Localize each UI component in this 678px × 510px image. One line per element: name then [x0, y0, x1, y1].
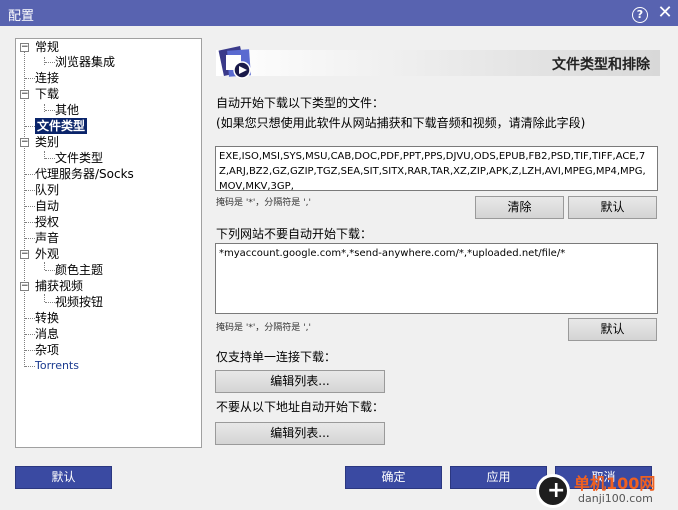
section-title: 文件类型和排除 — [552, 57, 650, 73]
tree-connector — [25, 206, 35, 207]
tree-item-authorization[interactable]: 授权 — [35, 214, 59, 230]
tree-item-sound[interactable]: 声音 — [35, 230, 59, 246]
tree-item-appearance[interactable]: 外观 — [35, 246, 59, 262]
window-title: 配置 — [8, 9, 35, 24]
ok-button[interactable]: 确定 — [345, 466, 442, 489]
tree-item-video-button[interactable]: 视频按钮 — [55, 294, 103, 310]
tree-connector — [45, 62, 55, 63]
tree-item-other[interactable]: 其他 — [55, 102, 79, 118]
tree-item-general[interactable]: 常规 — [35, 39, 59, 55]
tree-item-messages[interactable]: 消息 — [35, 326, 59, 342]
collapse-icon[interactable]: − — [20, 250, 29, 259]
tree-item-convert[interactable]: 转换 — [35, 310, 59, 326]
auto-types-default-button[interactable]: 默认 — [568, 196, 657, 219]
tree-item-file-types[interactable]: 文件类型 — [35, 118, 88, 134]
auto-types-mask-note: 掩码是 '*'，分隔符是 ',' — [216, 198, 311, 208]
tree-item-proxy[interactable]: 代理服务器/Socks — [35, 166, 134, 182]
collapse-icon[interactable]: − — [20, 282, 29, 291]
single-connection-edit-button[interactable]: 编辑列表... — [215, 370, 385, 393]
close-icon: ✕ — [657, 2, 673, 23]
tree-connector — [25, 222, 35, 223]
tree-branch-line — [44, 262, 45, 270]
tree-item-categories[interactable]: 类别 — [35, 134, 59, 150]
no-auto-address-edit-button[interactable]: 编辑列表... — [215, 422, 385, 445]
tree-connector — [25, 78, 35, 79]
excluded-sites-default-button[interactable]: 默认 — [568, 318, 657, 341]
single-connection-label: 仅支持单一连接下载： — [216, 350, 337, 364]
site-watermark: + 单机100网 danji100.com — [530, 466, 678, 510]
section-header: 文件类型和排除 — [216, 50, 660, 76]
title-bar: 配置 ? ✕ — [0, 0, 678, 26]
collapse-icon[interactable]: − — [20, 90, 29, 99]
tree-item-auto[interactable]: 自动 — [35, 198, 59, 214]
tree-branch-line — [44, 57, 45, 65]
tree-item-download[interactable]: 下载 — [35, 86, 59, 102]
tree-item-connection[interactable]: 连接 — [35, 70, 59, 86]
auto-types-label: 自动开始下载以下类型的文件： — [216, 96, 385, 110]
tree-item-queue[interactable]: 队列 — [35, 182, 59, 198]
tree-item-color-theme[interactable]: 颜色主题 — [55, 262, 103, 278]
tree-item-category-file-types[interactable]: 文件类型 — [55, 150, 103, 166]
clear-button[interactable]: 清除 — [475, 196, 564, 219]
tree-item-browser-integration[interactable]: 浏览器集成 — [55, 54, 115, 70]
tree-connector — [45, 158, 55, 159]
collapse-icon[interactable]: − — [20, 138, 29, 147]
watermark-site-name: 单机100网 — [574, 474, 656, 493]
file-types-logo-icon — [218, 45, 251, 79]
tree-connector — [25, 238, 35, 239]
tree-connector — [45, 302, 55, 303]
close-button[interactable]: ✕ — [655, 3, 675, 23]
watermark-site-url: danji100.com — [578, 492, 653, 505]
tree-connector — [25, 126, 35, 127]
tree-item-misc[interactable]: 杂项 — [35, 342, 59, 358]
tree-connector — [25, 334, 35, 335]
tree-connector — [45, 270, 55, 271]
tree-item-torrents[interactable]: Torrents — [35, 358, 79, 374]
auto-types-hint: (如果您只想使用此软件从网站捕获和下载音频和视频，请清除此字段) — [216, 116, 586, 130]
tree-connector — [25, 190, 35, 191]
help-button[interactable]: ? — [630, 3, 650, 23]
auto-types-textarea[interactable]: EXE,ISO,MSI,SYS,MSU,CAB,DOC,PDF,PPT,PPS,… — [215, 146, 658, 191]
excluded-sites-label: 下列网站不要自动开始下载： — [216, 227, 373, 241]
tree-connector — [25, 366, 35, 367]
excluded-sites-mask-note: 掩码是 '*'，分隔符是 ',' — [216, 323, 311, 333]
tree-connector — [25, 174, 35, 175]
help-icon: ? — [632, 7, 648, 23]
settings-tree[interactable]: − 常规 浏览器集成 连接 − 下载 其他 文件类型 − 类别 文件类型 代理服… — [15, 38, 202, 448]
tree-connector — [25, 350, 35, 351]
watermark-logo-icon: + — [536, 474, 570, 508]
tree-connector — [25, 318, 35, 319]
collapse-icon[interactable]: − — [20, 43, 29, 52]
no-auto-address-label: 不要从以下地址自动开始下载： — [216, 400, 385, 414]
excluded-sites-textarea[interactable]: *myaccount.google.com*,*send-anywhere.co… — [215, 243, 658, 314]
tree-connector — [45, 110, 55, 111]
tree-item-capture-video[interactable]: 捕获视频 — [35, 278, 83, 294]
reset-default-button[interactable]: 默认 — [15, 466, 112, 489]
tree-branch-line — [44, 294, 45, 302]
